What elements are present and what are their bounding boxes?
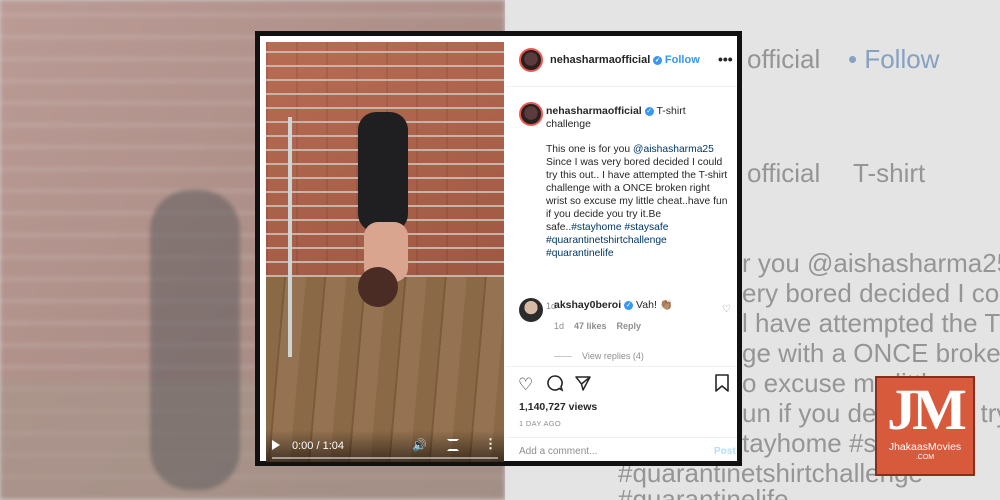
blurred-person xyxy=(150,190,240,490)
bookmark-icon-shape xyxy=(715,374,729,392)
follow-label: Follow xyxy=(664,54,700,66)
avatar[interactable] xyxy=(519,48,543,72)
caption-avatar[interactable] xyxy=(519,102,543,126)
bg-caption-line: #quarantinelife xyxy=(618,484,789,500)
bg-caption-line: ge with a ONCE broken xyxy=(742,338,1000,368)
jhakaasmovies-logo: JM JhakaasMovies .COM xyxy=(875,376,975,476)
add-comment-bar: Add a comment... Post xyxy=(506,437,737,463)
post-video[interactable]: 0:00 / 1:04 🔊 ⋮ xyxy=(266,42,504,462)
bg-caption-line: ery bored decided I could xyxy=(742,278,1000,308)
more-options-icon[interactable]: ••• xyxy=(718,51,733,67)
mirror-frame xyxy=(288,117,292,357)
add-comment-input[interactable]: Add a comment... xyxy=(519,446,597,457)
comment-likes[interactable]: 47 likes xyxy=(574,321,607,331)
post-actions: ♡ 1,140,727 views 1 DAY AGO Add a commen… xyxy=(506,366,737,462)
logo-name: JhakaasMovies xyxy=(888,441,962,453)
volume-icon[interactable]: 🔊 xyxy=(412,438,427,452)
share-icon[interactable] xyxy=(574,374,592,397)
bg-username: official xyxy=(747,44,821,74)
comment-text-wrap: akshay0beroi ✓ Vah! 👏🏽 xyxy=(554,298,673,311)
view-replies-link[interactable]: View replies (4) xyxy=(554,351,644,361)
bg-caption-line: r you @aishasharma25 xyxy=(742,248,1000,278)
video-controls: 0:00 / 1:04 🔊 ⋮ xyxy=(266,430,504,462)
video-time: 0:00 / 1:04 xyxy=(292,440,344,452)
share-icon-shape xyxy=(575,376,591,391)
caption-title: nehasharmaofficial ✓ T-shirt challenge xyxy=(546,105,726,131)
caption-mention[interactable]: @aishasharma25 xyxy=(633,144,714,155)
logo-mark: JM xyxy=(887,377,967,442)
verified-icon: ✓ xyxy=(624,300,634,310)
post-comment-button[interactable]: Post xyxy=(714,446,736,457)
person-hair xyxy=(358,267,398,307)
heart-icon[interactable]: ♡ xyxy=(518,375,533,395)
caption-username[interactable]: nehasharmaofficial xyxy=(546,105,642,117)
video-more-icon[interactable]: ⋮ xyxy=(484,436,497,452)
post-side-panel: nehasharmaofficial ✓ • Follow ••• nehasha… xyxy=(506,36,737,461)
comment-age: 1d xyxy=(554,321,565,331)
bg-caption-title: T-shirt xyxy=(853,158,926,188)
bg-follow: • Follow xyxy=(848,44,940,74)
post-header: nehasharmaofficial ✓ • Follow ••• xyxy=(506,36,737,87)
comment-like-icon[interactable]: ♡ xyxy=(722,304,731,315)
play-icon[interactable] xyxy=(272,440,280,450)
comment-icon[interactable] xyxy=(546,374,564,397)
bg-username-2: official xyxy=(747,158,821,188)
verified-icon: ✓ xyxy=(644,106,654,116)
comment-username[interactable]: akshay0beroi xyxy=(554,299,621,311)
fullscreen-icon[interactable] xyxy=(447,439,459,451)
instagram-post-card: 0:00 / 1:04 🔊 ⋮ nehasharmaofficial ✓ • Fo… xyxy=(255,31,742,466)
comment-text: Vah! 👏🏽 xyxy=(636,299,673,311)
bg-caption-line: tayhome #st xyxy=(742,428,884,458)
logo-domain: .COM xyxy=(915,454,935,461)
follow-button[interactable]: • Follow xyxy=(658,54,700,66)
header-username[interactable]: nehasharmaofficial xyxy=(550,54,650,66)
post-timestamp: 1 DAY AGO xyxy=(519,419,562,428)
caption-text: This one is for you @aishasharma25 Since… xyxy=(546,143,728,260)
header-username-wrap: nehasharmaofficial ✓ xyxy=(550,54,663,66)
comment-avatar[interactable] xyxy=(519,298,543,322)
caption-intro: This one is for you xyxy=(546,144,631,155)
reply-button[interactable]: Reply xyxy=(617,321,642,331)
view-count[interactable]: 1,140,727 views xyxy=(519,401,597,413)
person-legs xyxy=(358,112,408,232)
comment-icon-shape xyxy=(547,375,564,392)
comment-meta: 1d 47 likes Reply xyxy=(554,321,641,331)
bookmark-icon[interactable] xyxy=(714,374,730,397)
video-progress-bar[interactable] xyxy=(272,457,498,459)
bg-caption-line: l have attempted the T- xyxy=(742,308,1000,338)
